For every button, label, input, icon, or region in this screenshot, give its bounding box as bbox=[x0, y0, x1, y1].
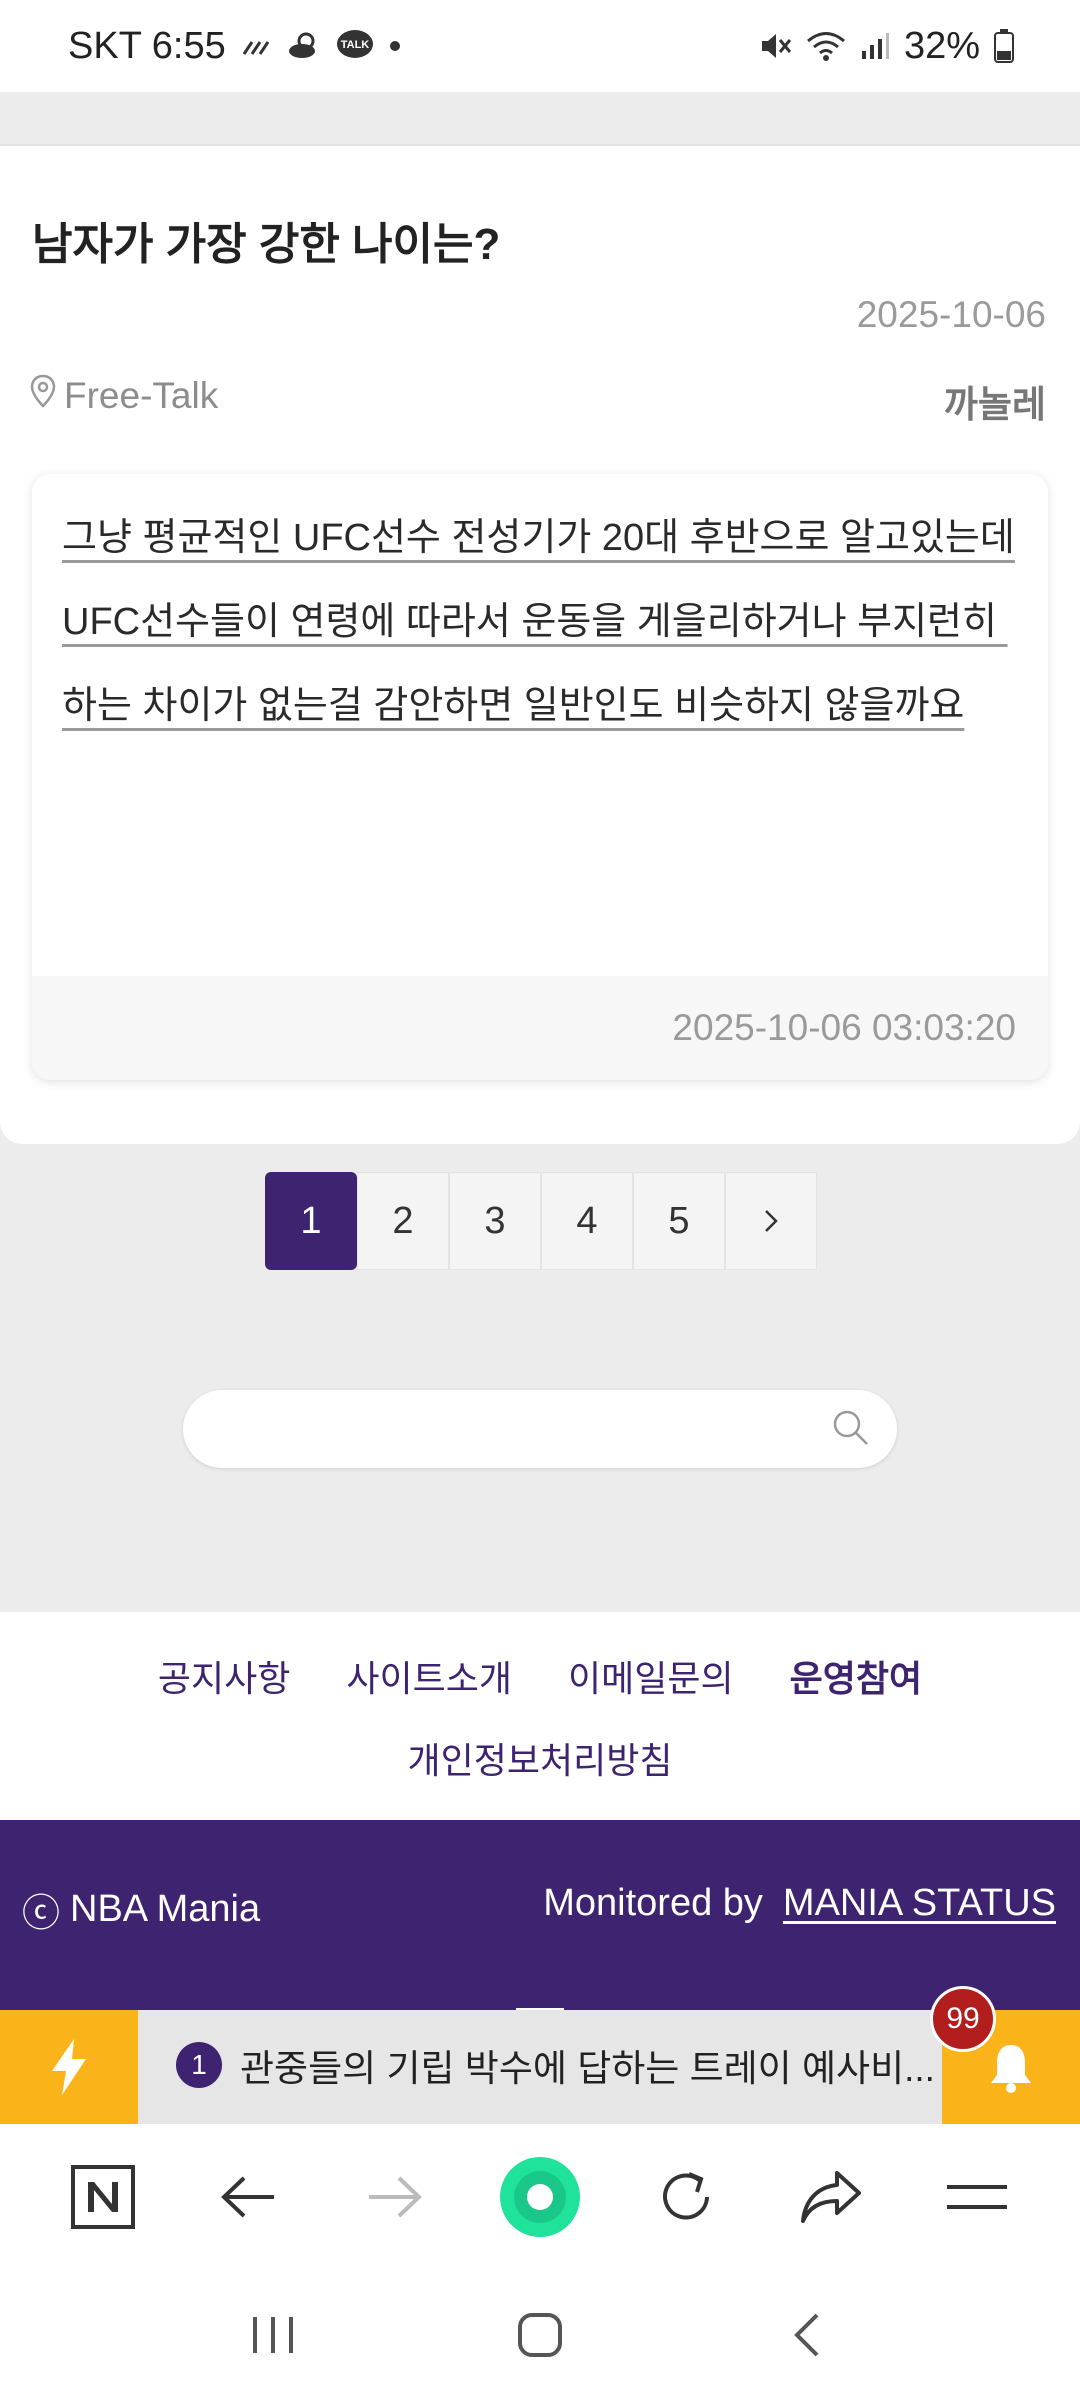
system-navigation-bar bbox=[0, 2270, 1080, 2400]
comment-card[interactable]: 그냥 평균적인 UFC선수 전성기가 20대 후반으로 알고있는데 UFC선수들… bbox=[32, 474, 1048, 1080]
notification-count-badge: 99 bbox=[930, 1986, 996, 2052]
pagination: 1 2 3 4 5 bbox=[265, 1172, 817, 1270]
footer-link-about[interactable]: 사이트소개 bbox=[346, 1650, 512, 1702]
comment-text[interactable]: 그냥 평균적인 UFC선수 전성기가 20대 후반으로 알고있는데 UFC선수들… bbox=[32, 474, 1048, 748]
signal-strength-icon bbox=[240, 32, 272, 60]
flash-button[interactable] bbox=[0, 2010, 138, 2124]
hamburger-menu-icon bbox=[947, 2185, 1008, 2209]
page-1-button[interactable]: 1 bbox=[265, 1172, 357, 1270]
search-box bbox=[183, 1390, 897, 1468]
footer-links: 공지사항 사이트소개 이메일문의 운영참여 개인정보처리방침 bbox=[0, 1612, 1080, 1820]
naver-n-icon bbox=[70, 2165, 135, 2229]
copyright-icon: ⓒ bbox=[22, 1893, 61, 1935]
chevron-right-icon bbox=[765, 1210, 778, 1232]
comment-timestamp: 2025-10-06 03:03:20 bbox=[672, 1007, 1016, 1048]
ticker-rank: 1 bbox=[176, 2042, 222, 2088]
footer-link-email[interactable]: 이메일문의 bbox=[568, 1650, 734, 1702]
page-2-button[interactable]: 2 bbox=[357, 1172, 449, 1270]
cell-signal-icon bbox=[860, 31, 890, 61]
post-title[interactable]: 남자가 가장 강한 나이는? bbox=[32, 208, 500, 272]
footer-link-privacy[interactable]: 개인정보처리방침 bbox=[408, 1740, 673, 1781]
search-input[interactable] bbox=[213, 1400, 777, 1458]
post-author[interactable]: 까놀레 bbox=[944, 374, 1046, 428]
back-button[interactable] bbox=[199, 2147, 299, 2247]
footer-brand-bar: ⓒ NBA Mania Monitored by MANIA STATUS bbox=[0, 1820, 1080, 2012]
kakaotalk-icon: TALK bbox=[336, 29, 374, 63]
bell-icon bbox=[991, 2045, 1031, 2093]
home-icon bbox=[517, 2313, 562, 2357]
post-card: 남자가 가장 강한 나이는? 2025-10-06 Free-Talk 까놀레 … bbox=[0, 144, 1080, 1144]
chevron-left-icon bbox=[793, 2313, 819, 2357]
refresh-icon bbox=[662, 2172, 709, 2220]
weather-icon bbox=[286, 31, 322, 61]
dot-icon bbox=[388, 39, 402, 53]
mania-status-link[interactable]: MANIA STATUS bbox=[783, 1882, 1056, 1925]
search-icon[interactable] bbox=[831, 1408, 871, 1453]
news-ticker[interactable]: 1 관중들의 기립 박수에 답하는 트레이 예사비... bbox=[0, 2010, 1080, 2124]
mute-icon bbox=[758, 30, 792, 62]
location-pin-icon bbox=[30, 374, 56, 417]
share-icon bbox=[801, 2171, 862, 2223]
naver-home-button[interactable] bbox=[53, 2147, 153, 2247]
monitored-label: Monitored by bbox=[543, 1882, 763, 1924]
footer-link-participate[interactable]: 운영참여 bbox=[790, 1650, 922, 1702]
next-page-button[interactable] bbox=[725, 1172, 817, 1270]
menu-button[interactable] bbox=[927, 2147, 1027, 2247]
page-5-button[interactable]: 5 bbox=[633, 1172, 725, 1270]
recent-apps-icon bbox=[253, 2317, 294, 2353]
kakaotalk-label: TALK bbox=[340, 39, 369, 51]
green-dot-button[interactable] bbox=[490, 2147, 590, 2247]
arrow-right-icon bbox=[369, 2176, 423, 2218]
page-4-button[interactable]: 4 bbox=[541, 1172, 633, 1270]
battery-level: 32% bbox=[903, 24, 980, 67]
comment-footer: 2025-10-06 03:03:20 bbox=[32, 976, 1048, 1080]
status-bar: SKT 6:55 TALK 32% bbox=[0, 0, 1080, 92]
forward-button[interactable] bbox=[344, 2147, 444, 2247]
page-3-button[interactable]: 3 bbox=[449, 1172, 541, 1270]
green-dot-icon bbox=[499, 2157, 580, 2237]
home-button[interactable] bbox=[490, 2285, 590, 2385]
lightning-icon bbox=[52, 2039, 86, 2095]
system-back-button[interactable] bbox=[757, 2285, 857, 2385]
arrow-left-icon bbox=[220, 2176, 274, 2218]
board-tag[interactable]: Free-Talk bbox=[30, 374, 218, 417]
post-date: 2025-10-06 bbox=[856, 294, 1046, 335]
wifi-icon bbox=[806, 30, 846, 62]
share-button[interactable] bbox=[781, 2147, 881, 2247]
browser-toolbar bbox=[0, 2124, 1080, 2270]
recent-apps-button[interactable] bbox=[223, 2285, 323, 2385]
carrier-time: SKT 6:55 bbox=[68, 24, 226, 67]
ticker-headline[interactable]: 관중들의 기립 박수에 답하는 트레이 예사비... bbox=[240, 2038, 935, 2092]
footer-link-notice[interactable]: 공지사항 bbox=[158, 1650, 290, 1702]
battery-icon bbox=[994, 29, 1014, 63]
reload-button[interactable] bbox=[636, 2147, 736, 2247]
footer-brand-name: NBA Mania bbox=[70, 1888, 261, 1930]
board-name: Free-Talk bbox=[64, 374, 219, 416]
